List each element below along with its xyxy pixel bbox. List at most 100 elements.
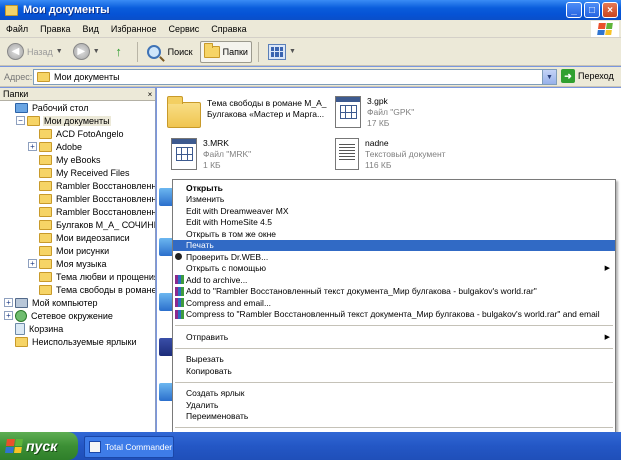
menu-help[interactable]: Справка — [205, 24, 252, 34]
views-button[interactable]: ▼ — [265, 41, 299, 63]
context-menu-item[interactable]: Открыть в том же окне — [173, 228, 615, 240]
go-button[interactable]: ➜ Переход — [561, 69, 614, 83]
search-label: Поиск — [167, 46, 193, 57]
tree-item[interactable]: + Adobe — [0, 140, 155, 153]
context-menu-item[interactable]: Переименовать — [173, 411, 615, 423]
menu-favorites[interactable]: Избранное — [105, 24, 163, 34]
folder-icon — [5, 4, 18, 16]
tree-item[interactable]: − Мои документы — [0, 114, 155, 127]
context-menu-item[interactable]: Add to archive... — [173, 274, 615, 286]
tree-item[interactable]: Тема любви и прощения в р — [0, 270, 155, 283]
title-bar[interactable]: Мои документы _ □ × — [0, 0, 621, 20]
menu-separator — [175, 325, 613, 326]
tree-item-label: Булгаков М_А_ СОЧИНЕНИ — [56, 219, 155, 230]
tree-item-label: Rambler Восстановленный т — [56, 193, 156, 204]
chevron-down-icon: ▼ — [288, 48, 296, 55]
context-menu-item[interactable]: Открыть — [173, 182, 615, 194]
tree-item-label: Rambler Восстановленный т — [56, 206, 156, 217]
maximize-button[interactable]: □ — [584, 2, 600, 18]
file-item-gpk[interactable]: 3.gpk Файл "GPK" 17 КБ — [335, 96, 414, 129]
tree-item[interactable]: Тема свободы в романе М_ — [0, 283, 155, 296]
context-menu-label: Открыть — [186, 182, 223, 193]
tree-item[interactable]: My Received Files — [0, 166, 155, 179]
tree-item-label: Rambler Восстановленный т — [56, 180, 156, 191]
expand-icon[interactable]: + — [28, 142, 37, 151]
minimize-button[interactable]: _ — [566, 2, 582, 18]
forward-button[interactable]: ▶ ▼ — [70, 41, 103, 63]
menu-edit[interactable]: Правка — [34, 24, 76, 34]
winrar-icon — [175, 275, 184, 285]
folder-icon — [39, 206, 52, 217]
menu-file[interactable]: Файл — [0, 24, 34, 34]
taskbar-total-commander[interactable]: Total Commander — [84, 436, 174, 458]
context-menu-item[interactable]: Compress to "Rambler Восстановленный тек… — [173, 309, 615, 321]
context-menu-item[interactable]: Вырезать — [173, 354, 615, 366]
tree-item[interactable]: My eBooks — [0, 153, 155, 166]
folder-icon — [39, 154, 52, 165]
context-menu-item[interactable]: Изменить — [173, 194, 615, 206]
context-menu-label: Отправить — [186, 331, 229, 342]
collapse-icon[interactable]: − — [16, 116, 25, 125]
context-menu-item[interactable]: Edit with Dreamweaver MX — [173, 205, 615, 217]
tree-item-label: My Received Files — [56, 167, 130, 178]
close-pane-button[interactable]: × — [145, 89, 155, 99]
tree-item[interactable]: Rambler Восстановленный т — [0, 179, 155, 192]
tree-item[interactable]: + Мой компьютер — [0, 296, 155, 309]
context-menu-item[interactable]: Открыть с помощью ▶ — [173, 263, 615, 275]
tree-item[interactable]: Булгаков М_А_ СОЧИНЕНИ — [0, 218, 155, 231]
menu-tools[interactable]: Сервис — [162, 24, 205, 34]
context-menu-label: Переименовать — [186, 411, 249, 422]
context-menu-item[interactable]: Печать — [173, 239, 615, 251]
up-folder-button[interactable]: ↑ — [107, 41, 131, 63]
context-menu: Открыть Изменить Edit with Dreamweaver MX E… — [172, 179, 616, 460]
tree-item-label: Мои рисунки — [56, 245, 110, 256]
tree-item[interactable]: Мои видеозаписи — [0, 231, 155, 244]
tree-item[interactable]: Мои рисунки — [0, 244, 155, 257]
tree-item[interactable]: + Моя музыка — [0, 257, 155, 270]
file-name: Тема свободы в романе М_А_ — [207, 98, 327, 108]
tree-item[interactable]: Неиспользуемые ярлыки — [0, 335, 155, 348]
tree-item[interactable]: Rambler Восстановленный т — [0, 192, 155, 205]
folders-button[interactable]: Папки — [199, 40, 252, 63]
tree-item[interactable]: Корзина — [0, 322, 155, 335]
tree-item[interactable]: ACD FotoAngelo — [0, 127, 155, 140]
context-menu-item[interactable]: Проверить Dr.WEB... — [173, 251, 615, 263]
expand-icon[interactable]: + — [4, 311, 13, 320]
context-menu-item[interactable]: Compress and email... — [173, 297, 615, 309]
context-menu-label: Открыть с помощью — [186, 263, 267, 274]
file-size: 1 КБ — [203, 160, 221, 170]
context-menu-item[interactable]: Edit with HomeSite 4.5 — [173, 217, 615, 229]
context-menu-item[interactable]: Создать ярлык — [173, 388, 615, 400]
tree-item[interactable]: Рабочий стол — [0, 101, 155, 114]
toolbar-separator — [136, 41, 138, 62]
search-button[interactable]: Поиск — [144, 41, 196, 63]
context-menu-item[interactable]: Удалить — [173, 399, 615, 411]
file-item-mrk[interactable]: 3.MRK Файл "MRK" 1 КБ — [171, 138, 251, 171]
menu-view[interactable]: Вид — [77, 24, 105, 34]
context-menu-item[interactable]: Add to "Rambler Восстановленный текст до… — [173, 286, 615, 298]
address-field[interactable]: Мои документы ▼ — [33, 69, 557, 85]
file-item-nadne[interactable]: nadne Текстовый документ 116 КБ — [335, 138, 446, 171]
expand-icon[interactable]: + — [4, 298, 13, 307]
context-menu-label: Add to archive... — [186, 274, 248, 285]
tree-item[interactable]: Rambler Восстановленный т — [0, 205, 155, 218]
context-menu-label: Удалить — [186, 399, 219, 410]
tree-item[interactable]: + Сетевое окружение — [0, 309, 155, 322]
chevron-down-icon: ▼ — [92, 48, 100, 55]
file-item-folder[interactable]: Тема свободы в романе М_А_ Булгакова «Ма… — [167, 94, 327, 128]
tree-item-label: Тема свободы в романе М_ — [56, 284, 156, 295]
back-button[interactable]: ◀ Назад ▼ — [4, 41, 66, 63]
context-menu-item[interactable]: Отправить ▶ — [173, 331, 615, 343]
close-button[interactable]: × — [602, 2, 618, 18]
address-dropdown-button[interactable]: ▼ — [542, 70, 556, 84]
file-type: Файл "MRK" — [203, 149, 252, 159]
folders-pane: Папки × Рабочий стол − Мои документы ACD Fo… — [0, 88, 156, 432]
context-menu-item[interactable]: Копировать — [173, 365, 615, 377]
start-button[interactable]: пуск — [0, 432, 78, 460]
expand-icon[interactable]: + — [28, 259, 37, 268]
total-commander-icon — [89, 441, 101, 453]
